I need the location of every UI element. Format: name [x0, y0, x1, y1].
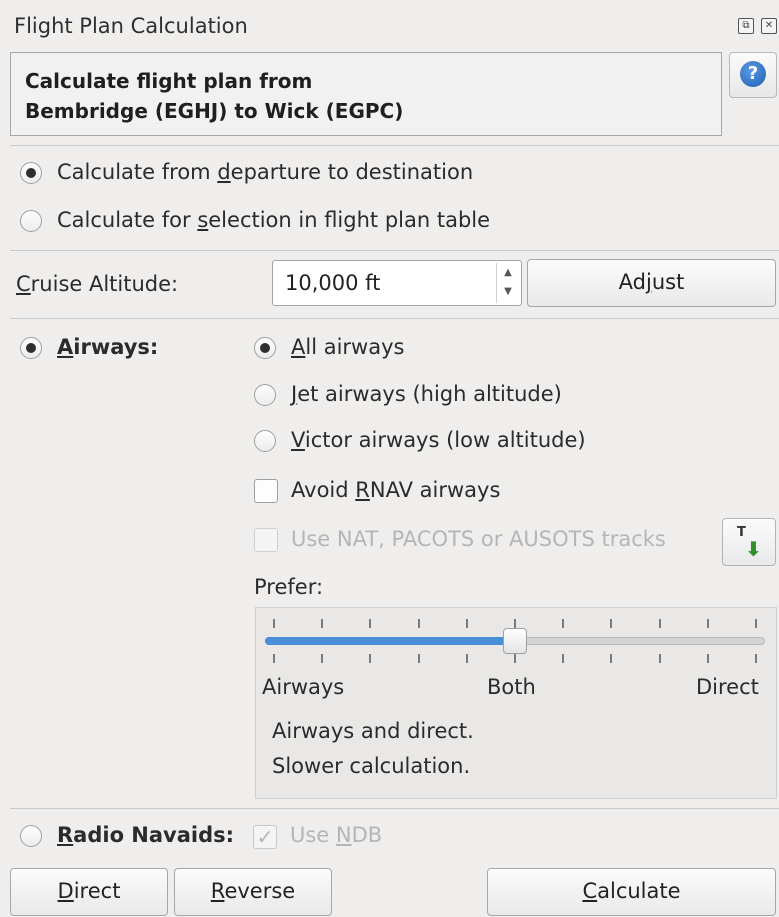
slider-tick [321, 654, 323, 663]
slider-tick [369, 654, 371, 663]
radio-airways[interactable] [20, 337, 42, 359]
slider-tick [369, 619, 371, 628]
slider-tick [755, 654, 757, 663]
all-airways-label[interactable]: All airways [291, 335, 404, 359]
use-ndb-checkbox[interactable]: ✓ [253, 825, 277, 849]
slider-tick [466, 619, 468, 628]
radio-all-airways[interactable] [254, 337, 276, 359]
prefer-slider-fill [265, 637, 515, 645]
slider-tick [707, 654, 709, 663]
slider-tick [562, 619, 564, 628]
divider [10, 145, 779, 146]
airways-label[interactable]: Airways: [57, 335, 158, 359]
help-button[interactable]: ? [729, 52, 777, 98]
slider-tick [659, 654, 661, 663]
slider-tick [755, 619, 757, 628]
slider-tick [321, 619, 323, 628]
download-tracks-button[interactable]: T ⬇ [722, 518, 776, 566]
route-description: Calculate flight plan from Bembridge (EG… [25, 69, 404, 123]
divider [10, 808, 779, 809]
slider-tick [514, 619, 516, 628]
prefer-description-line-2: Slower calculation. [272, 754, 471, 778]
cruise-altitude-label: Cruise Altitude: [16, 272, 179, 296]
victor-airways-label[interactable]: Victor airways (low altitude) [291, 428, 586, 452]
prefer-slider-handle[interactable] [503, 628, 527, 654]
reverse-button[interactable]: Reverse [174, 868, 332, 916]
slider-tick [418, 654, 420, 663]
window-title: Flight Plan Calculation [14, 14, 248, 38]
use-ndb-label[interactable]: Use NDB [290, 823, 382, 847]
departure-to-destination-label[interactable]: Calculate from departure to destination [57, 160, 473, 184]
slider-tick [610, 654, 612, 663]
prefer-label: Prefer: [254, 575, 324, 599]
radio-departure-to-destination[interactable] [20, 162, 42, 184]
slider-label-both: Both [487, 675, 536, 699]
radio-radio-navaids[interactable] [20, 825, 42, 847]
cruise-altitude-value: 10,000 ft [285, 271, 381, 295]
spin-arrows-icon[interactable]: ▲ ▼ [496, 263, 519, 303]
slider-tick [466, 654, 468, 663]
use-tracks-checkbox[interactable] [254, 528, 278, 552]
avoid-rnav-label[interactable]: Avoid RNAV airways [291, 478, 500, 502]
close-icon[interactable]: ✕ [761, 18, 777, 34]
radio-victor-airways[interactable] [254, 430, 276, 452]
slider-tick [562, 654, 564, 663]
calculate-button[interactable]: Calculate [487, 868, 776, 916]
divider [10, 250, 779, 251]
slider-label-direct: Direct [696, 675, 759, 699]
radio-jet-airways[interactable] [254, 384, 276, 406]
use-tracks-label[interactable]: Use NAT, PACOTS or AUSOTS tracks [291, 527, 666, 551]
direct-button[interactable]: Direct [10, 868, 168, 916]
slider-tick [659, 619, 661, 628]
selection-in-table-label[interactable]: Calculate for selection in flight plan t… [57, 208, 490, 232]
slider-tick [418, 619, 420, 628]
slider-tick [273, 619, 275, 628]
slider-tick [610, 619, 612, 628]
divider [10, 318, 779, 319]
cruise-altitude-spinbox[interactable]: 10,000 ft ▲ ▼ [272, 260, 522, 306]
avoid-rnav-checkbox[interactable] [254, 479, 278, 503]
jet-airways-label[interactable]: Jet airways (high altitude) [291, 382, 562, 406]
slider-tick [707, 619, 709, 628]
adjust-button[interactable]: Adjust [527, 259, 776, 307]
prefer-description-line-1: Airways and direct. [272, 719, 474, 743]
slider-tick [273, 654, 275, 663]
radio-selection-in-table[interactable] [20, 210, 42, 232]
help-icon: ? [740, 61, 766, 87]
radio-navaids-label[interactable]: Radio Navaids: [57, 823, 234, 847]
slider-tick [514, 654, 516, 663]
float-window-icon[interactable]: ⧉ [738, 18, 754, 34]
slider-label-airways: Airways [262, 675, 345, 699]
